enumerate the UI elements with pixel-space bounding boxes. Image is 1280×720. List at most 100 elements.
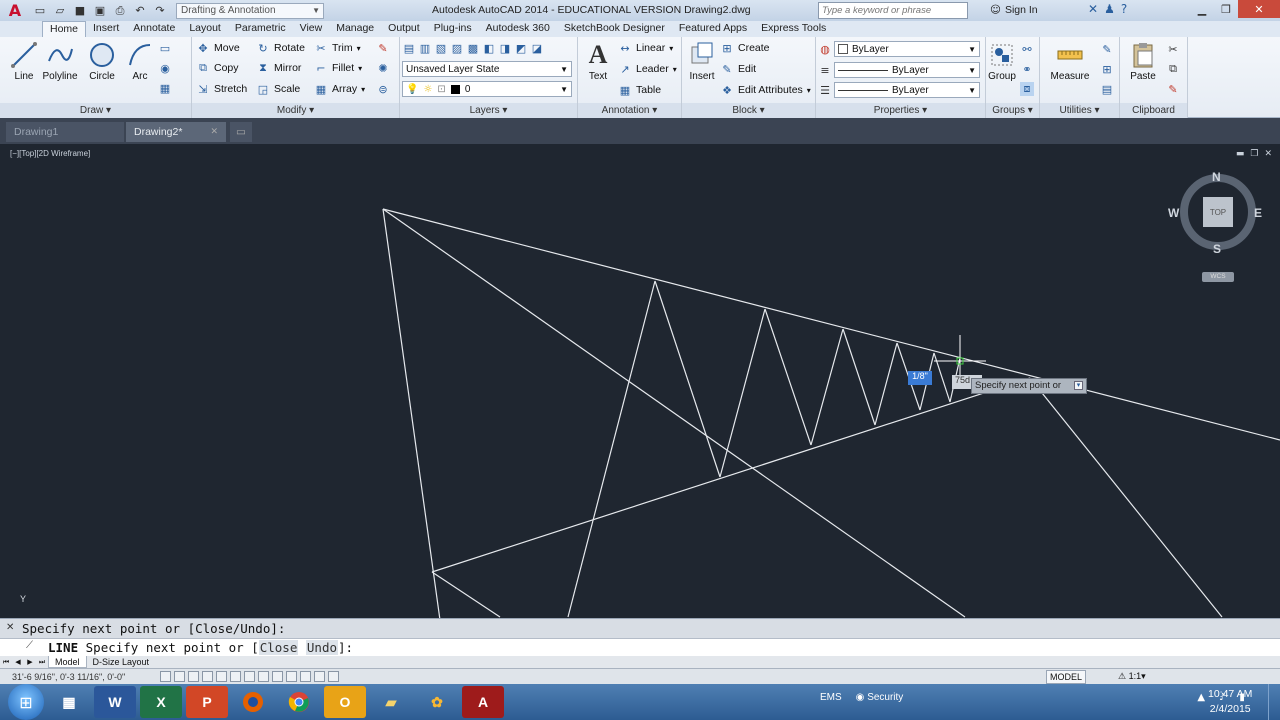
close-icon[interactable]: ✕ — [210, 127, 218, 137]
color-dropdown[interactable]: ByLayer ▼ — [834, 41, 980, 57]
infer-constraints-icon[interactable] — [160, 671, 171, 682]
fillet-button[interactable]: ⌐ Fillet ▾ — [314, 59, 362, 77]
viewcube[interactable]: N S E W TOP WCS — [1168, 170, 1266, 282]
layer-icon-7[interactable]: ◨ — [498, 41, 512, 55]
drawing-line[interactable] — [810, 328, 844, 446]
match-properties-icon[interactable]: ◍ — [818, 42, 832, 56]
ortho-mode-icon[interactable] — [202, 671, 213, 682]
drawing-line[interactable] — [842, 328, 876, 426]
tab-sketchbook-designer[interactable]: SketchBook Designer — [557, 21, 672, 37]
undo-icon[interactable]: ↶ — [131, 3, 149, 19]
tab-output[interactable]: Output — [381, 21, 427, 37]
first-layout-icon[interactable]: ⏮ — [0, 658, 12, 667]
drawing-line[interactable] — [719, 308, 766, 478]
offset-icon[interactable]: ⊜ — [376, 82, 390, 96]
new-icon[interactable]: ▭ — [31, 3, 49, 19]
transparency-icon[interactable] — [314, 671, 325, 682]
annotation-panel-title[interactable]: Annotation ▾ — [578, 103, 681, 118]
draw-panel-title[interactable]: Draw ▾ — [0, 103, 191, 118]
save-as-icon[interactable]: ▣ — [91, 3, 109, 19]
edit-attributes-button[interactable]: ❖ Edit Attributes ▾ — [720, 81, 811, 99]
copy-clip-icon[interactable]: ⧉ — [1166, 62, 1180, 76]
drawing-line[interactable] — [382, 208, 441, 618]
dynamic-input-length[interactable]: 1/8" — [908, 371, 932, 385]
close-button[interactable]: ✕ — [1238, 0, 1280, 18]
quick-properties-icon[interactable] — [328, 671, 339, 682]
leader-button[interactable]: ↗ Leader ▾ — [618, 60, 676, 78]
plot-icon[interactable]: ⎙ — [111, 3, 129, 19]
security-label[interactable]: ◉ Security — [856, 692, 904, 703]
gradient-icon[interactable]: ▦ — [158, 81, 172, 95]
clipboard-panel-title[interactable]: Clipboard — [1120, 103, 1187, 118]
apps-taskbar-icon[interactable]: ▦ — [48, 686, 90, 718]
snap-mode-icon[interactable] — [174, 671, 185, 682]
table-button[interactable]: ▦ Table — [618, 81, 661, 99]
hatch-icon[interactable]: ◉ — [158, 61, 172, 75]
start-button[interactable]: ⊞ — [8, 684, 44, 720]
linear-button[interactable]: ↔ Linear ▾ — [618, 39, 673, 57]
polar-tracking-icon[interactable] — [216, 671, 227, 682]
next-layout-icon[interactable]: ▶ — [24, 658, 36, 666]
help-icon[interactable]: ? — [1121, 2, 1127, 16]
last-layout-icon[interactable]: ⏭ — [36, 658, 48, 667]
viewcube-east[interactable]: E — [1254, 206, 1262, 220]
stay-connected-icon[interactable]: ♟ — [1104, 2, 1115, 16]
application-menu-button[interactable]: A — [0, 0, 30, 21]
create-block-button[interactable]: ⊞ Create — [720, 39, 769, 57]
search-input[interactable]: Type a keyword or phrase — [818, 2, 968, 19]
text-button[interactable]: A Text — [580, 39, 616, 82]
move-button[interactable]: ✥ Move — [196, 39, 239, 57]
layer-icon-4[interactable]: ▨ — [450, 41, 464, 55]
workspace-dropdown[interactable]: Drafting & Annotation ▼ — [176, 2, 324, 19]
drawing-canvas[interactable]: [−][Top][2D Wireframe] ▬ ❐ ✕ N S E W TOP… — [6, 144, 1280, 618]
drawing-line[interactable] — [431, 571, 501, 618]
viewcube-top-face[interactable]: TOP — [1203, 197, 1233, 227]
coordinates-readout[interactable]: 31'-6 9/16", 0'-3 11/16", 0'-0" — [0, 672, 160, 682]
grid-display-icon[interactable] — [188, 671, 199, 682]
paste-button[interactable]: Paste — [1124, 39, 1162, 82]
powerpoint-taskbar-icon[interactable]: P — [186, 686, 228, 718]
3d-object-snap-icon[interactable] — [244, 671, 255, 682]
drawing-line[interactable] — [1029, 377, 1223, 618]
stretch-button[interactable]: ⇲ Stretch — [196, 80, 247, 98]
firefox-taskbar-icon[interactable] — [232, 686, 274, 718]
properties-panel-title[interactable]: Properties ▾ — [816, 103, 985, 118]
layer-properties-icon[interactable]: ▤ — [402, 41, 416, 55]
explode-icon[interactable]: ✺ — [376, 61, 390, 75]
ems-label[interactable]: EMS — [820, 692, 842, 703]
dynamic-ucs-icon[interactable] — [272, 671, 283, 682]
drawing-line[interactable] — [874, 342, 898, 426]
maximize-button[interactable]: ❐ — [1214, 0, 1238, 18]
option-undo[interactable]: Undo — [305, 640, 339, 655]
word-taskbar-icon[interactable]: W — [94, 686, 136, 718]
lineweight-dropdown[interactable]: ByLayer ▼ — [834, 62, 980, 78]
drawing-line[interactable] — [382, 208, 1280, 441]
system-clock[interactable]: 10:47 AM 2/4/2015 — [1208, 687, 1252, 717]
tab-drawing1[interactable]: Drawing1 — [6, 122, 124, 142]
show-desktop-button[interactable] — [1268, 684, 1280, 720]
erase-icon[interactable]: ✎ — [376, 41, 390, 55]
polyline-button[interactable]: Polyline — [38, 39, 82, 82]
group-edit-icon[interactable]: ⚭ — [1020, 62, 1034, 76]
redo-icon[interactable]: ↷ — [151, 3, 169, 19]
sign-in-button[interactable]: ☺ Sign In — [990, 4, 1038, 16]
copy-button[interactable]: ⧉ Copy — [196, 59, 238, 77]
annotation-scale[interactable]: ⚠ 1:1▾ — [1118, 671, 1146, 682]
tab-view[interactable]: View — [293, 21, 330, 37]
command-close-icon[interactable]: ✕ — [6, 622, 14, 633]
quick-calc-icon[interactable]: ✎ — [1100, 42, 1114, 56]
layer-icon-3[interactable]: ▧ — [434, 41, 448, 55]
exchange-icon[interactable]: ✕ — [1088, 2, 1098, 16]
layers-panel-title[interactable]: Layers ▾ — [400, 103, 577, 118]
tab-express-tools[interactable]: Express Tools — [754, 21, 833, 37]
tab-plug-ins[interactable]: Plug-ins — [427, 21, 479, 37]
edit-block-button[interactable]: ✎ Edit — [720, 60, 756, 78]
tab-insert[interactable]: Insert — [86, 21, 126, 37]
drawing-line[interactable] — [567, 280, 656, 618]
layer-dropdown[interactable]: 💡 ☼ ⊡ 0 ▼ — [402, 81, 572, 97]
array-button[interactable]: ▦ Array ▾ — [314, 80, 365, 98]
viewcube-west[interactable]: W — [1168, 206, 1179, 220]
rotate-button[interactable]: ↻ Rotate — [256, 39, 305, 57]
layer-icon-6[interactable]: ◧ — [482, 41, 496, 55]
open-icon[interactable]: ▱ — [51, 3, 69, 19]
